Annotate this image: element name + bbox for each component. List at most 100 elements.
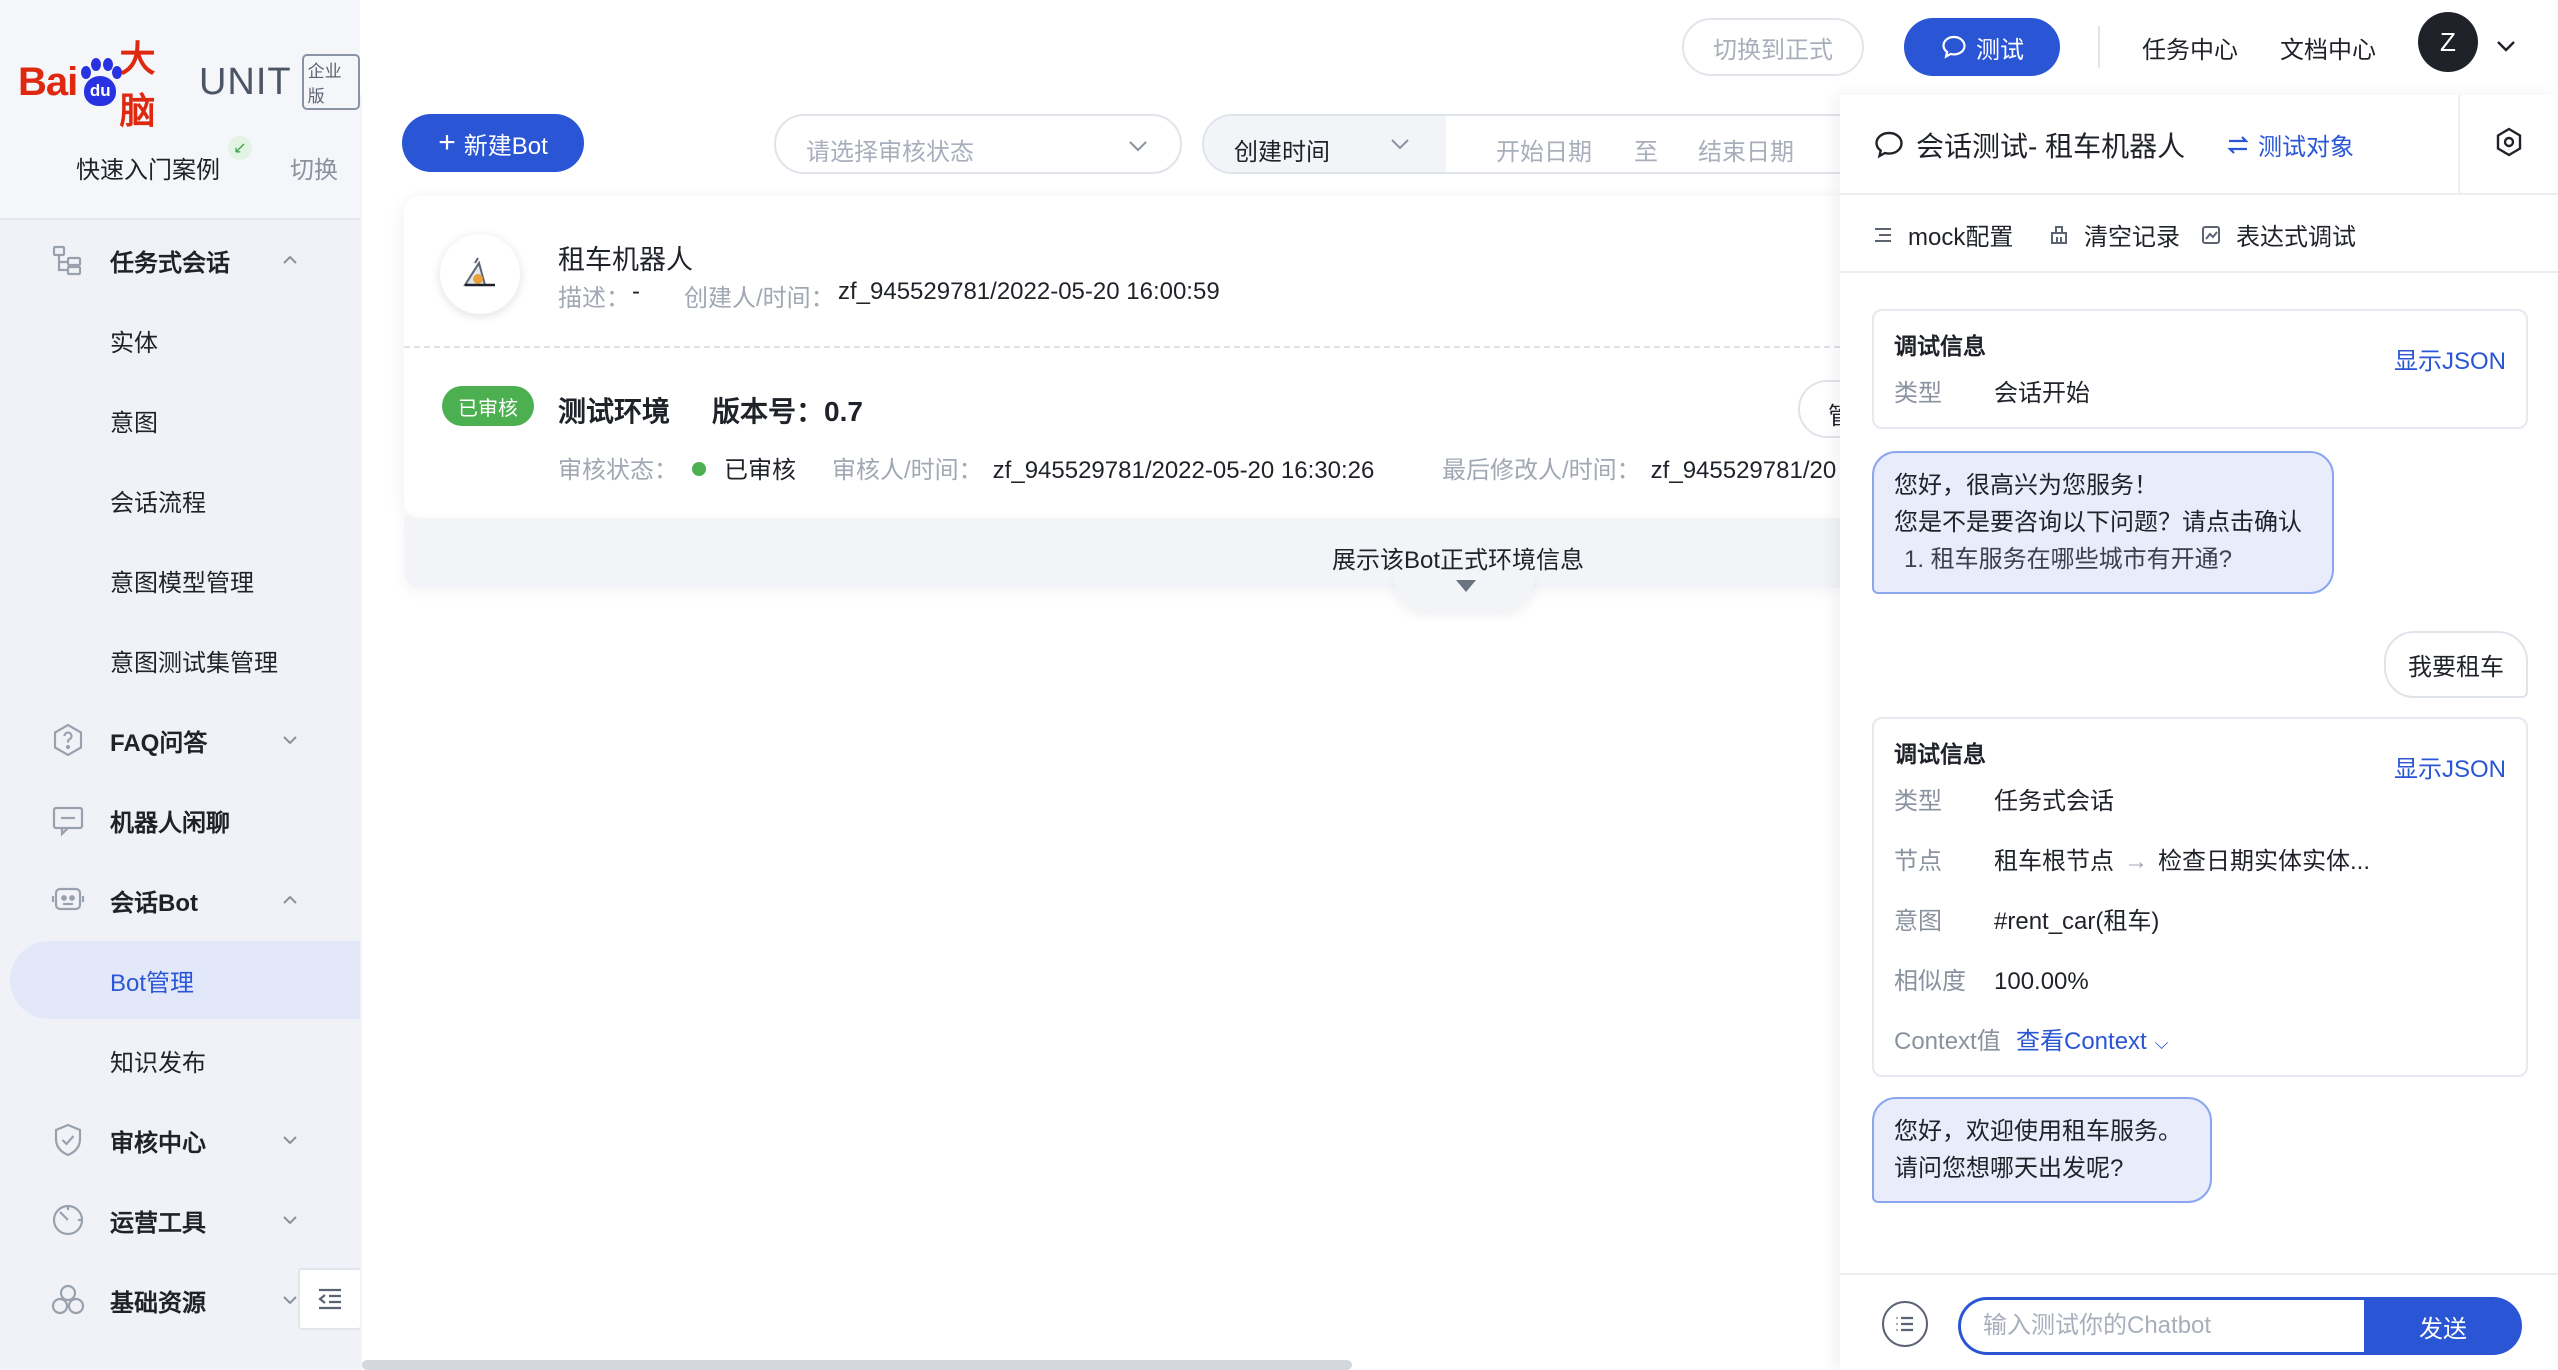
- baidu-unit-logo[interactable]: Bai du 大脑 UNIT 企业版: [18, 38, 360, 131]
- nav-group-review-center[interactable]: 审核中心: [0, 1110, 360, 1170]
- switch-to-formal-button[interactable]: 切换到正式: [1682, 18, 1864, 76]
- header-divider: [2458, 95, 2460, 193]
- chevron-up-icon: [283, 255, 297, 264]
- test-target-button[interactable]: 测试对象: [2226, 127, 2354, 162]
- sidebar-item-intent[interactable]: 意图: [0, 390, 360, 450]
- expression-debug-label: 表达式调试: [2236, 224, 2356, 251]
- message-line: 请问您想哪天出发呢?: [1894, 1155, 2124, 1182]
- review-status-select[interactable]: 请选择审核状态: [774, 114, 1182, 174]
- reviewer-value: zf_945529781/2022-05-20 16:30:26: [992, 457, 1375, 484]
- chevron-down-icon: [283, 1296, 297, 1305]
- review-status-row: 审核状态： 已审核: [558, 450, 796, 485]
- chevron-down-icon: [1129, 141, 1147, 152]
- debug-type-value: 会话开始: [1994, 380, 2090, 407]
- horizontal-scrollbar[interactable]: [362, 1360, 1352, 1370]
- debug-similarity-label: 相似度: [1894, 968, 1966, 995]
- nav-group-label: 审核中心: [110, 1129, 206, 1157]
- chat-header: 会话测试- 租车机器人 测试对象: [1840, 95, 2558, 195]
- debug-type-value: 任务式会话: [1994, 788, 2114, 815]
- sidebar-item-intent-model[interactable]: 意图模型管理: [0, 550, 360, 610]
- nav-group-chitchat[interactable]: 机器人闲聊: [0, 790, 360, 850]
- chevron-down-icon[interactable]: ⌵: [2155, 1033, 2169, 1053]
- chevron-down-icon[interactable]: [2492, 32, 2520, 60]
- mock-config-button[interactable]: mock配置: [1872, 217, 2013, 252]
- edition-badge: 企业版: [301, 54, 360, 110]
- bot-desc-value: -: [632, 278, 640, 305]
- debug-type-row: 类型 会话开始: [1894, 373, 2090, 408]
- doc-center-link[interactable]: 文档中心: [2280, 30, 2376, 65]
- sidebar-item-label: 意图测试集管理: [110, 649, 278, 677]
- quick-menu-button[interactable]: [1882, 1301, 1928, 1347]
- nav-group-ops-tools[interactable]: 运营工具: [0, 1190, 360, 1250]
- logo-bai-text: Bai: [18, 59, 78, 104]
- expand-formal-env-text[interactable]: 展示该Bot正式环境信息: [1332, 540, 1584, 575]
- sidebar-item-dialog-flow[interactable]: 会话流程: [0, 470, 360, 530]
- formal-env-expand-strip[interactable]: [404, 518, 1840, 588]
- show-json-link[interactable]: 显示JSON: [2394, 749, 2506, 784]
- switch-link[interactable]: 切换: [290, 150, 338, 185]
- debug-type-label: 类型: [1894, 380, 1942, 407]
- sidebar-item-intent-testset[interactable]: 意图测试集管理: [0, 630, 360, 690]
- nav-group-faq[interactable]: FAQ问答: [0, 710, 360, 770]
- message-line: 您是不是要咨询以下问题？请点击确认: [1894, 509, 2302, 536]
- nav-group-label: 会话Bot: [110, 889, 198, 917]
- reviewer-row: 审核人/时间： zf_945529781/2022-05-20 16:30:26: [832, 450, 1374, 485]
- sidebar-item-label: 实体: [110, 329, 158, 357]
- bot-name[interactable]: 租车机器人: [558, 238, 693, 277]
- expression-debug-button[interactable]: 表达式调试: [2200, 217, 2356, 252]
- date-range-separator: 至: [1634, 139, 1658, 166]
- new-bot-button[interactable]: + 新建Bot: [402, 114, 584, 172]
- question-icon: [53, 723, 83, 757]
- product-name: UNIT: [198, 60, 292, 103]
- message-line: 您好，欢迎使用租车服务。: [1894, 1118, 2182, 1145]
- manage-button[interactable]: 管: [1798, 380, 1840, 438]
- clear-records-label: 清空记录: [2084, 224, 2180, 251]
- sidebar-item-knowledge-publish[interactable]: 知识发布: [0, 1030, 360, 1090]
- version-label-text: 版本号：: [712, 396, 825, 427]
- sidebar-item-label: 会话流程: [110, 489, 206, 517]
- caret-down-icon[interactable]: [1456, 580, 1476, 592]
- nav-group-dialog-bot[interactable]: 会话Bot: [0, 870, 360, 930]
- suggested-question[interactable]: 1. 租车服务在哪些城市有开通?: [1894, 541, 2312, 578]
- collapse-left-icon: [318, 1288, 341, 1310]
- bot-creator-label: 创建人/时间：: [684, 285, 835, 312]
- mock-config-label: mock配置: [1908, 224, 2014, 251]
- arrow-right-icon: →: [2124, 848, 2148, 875]
- status-badge: 已审核: [442, 386, 534, 426]
- bot-message: 您好，很高兴为您服务！ 您是不是要咨询以下问题？请点击确认 1. 租车服务在哪些…: [1872, 451, 2334, 594]
- debug-context-row: Context值 查看Context ⌵: [1894, 1021, 2168, 1056]
- debug-node-to: 检查日期实体实体...: [2158, 848, 2371, 875]
- nav-group-label: FAQ问答: [110, 729, 208, 757]
- sort-field-value: 创建时间: [1234, 139, 1330, 166]
- sidebar-item-label: 意图模型管理: [110, 569, 254, 597]
- sidebar-item-bot-management[interactable]: Bot管理: [10, 941, 360, 1019]
- chat-message-input[interactable]: [1958, 1297, 2368, 1355]
- review-status-label: 审核状态：: [558, 457, 678, 484]
- end-date-input[interactable]: 结束日期: [1698, 132, 1794, 167]
- view-context-link[interactable]: 查看Context: [2016, 1028, 2147, 1055]
- debug-info-card: 调试信息 显示JSON 类型 任务式会话 节点 租车根节点 → 检查日期实体实体... …: [1872, 717, 2528, 1077]
- chevron-down-icon: [283, 736, 297, 745]
- chart-icon: [2202, 225, 2220, 244]
- nav-group-task-dialog[interactable]: 任务式会话: [0, 230, 360, 290]
- clear-records-button[interactable]: 清空记录: [2048, 217, 2180, 252]
- message-line: 您好，很高兴为您服务！: [1894, 472, 2158, 499]
- task-center-link[interactable]: 任务中心: [2142, 30, 2238, 65]
- test-button[interactable]: 测试: [1904, 18, 2060, 76]
- debug-title: 调试信息: [1894, 741, 1986, 767]
- start-date-input[interactable]: 开始日期: [1496, 132, 1592, 167]
- arrow-in-icon: ↙: [228, 136, 252, 160]
- collapse-sidebar-button[interactable]: [298, 1268, 360, 1330]
- nav-group-label: 机器人闲聊: [110, 809, 230, 837]
- show-json-link[interactable]: 显示JSON: [2394, 341, 2506, 376]
- chat-bubble-icon: [1875, 131, 1903, 159]
- plus-icon: +: [438, 126, 456, 159]
- avatar[interactable]: Z: [2418, 12, 2478, 72]
- send-button[interactable]: 发送: [2364, 1297, 2522, 1355]
- sort-field-select[interactable]: 创建时间: [1204, 116, 1446, 172]
- chevron-down-icon: [1391, 139, 1409, 150]
- settings-icon[interactable]: [2492, 125, 2526, 159]
- quick-start-cases[interactable]: 快速入门案例: [76, 150, 220, 185]
- sidebar-item-entity[interactable]: 实体: [0, 310, 360, 370]
- bot-card: 租车机器人 描述： - 创建人/时间： zf_945529781/2022-05…: [404, 196, 1840, 518]
